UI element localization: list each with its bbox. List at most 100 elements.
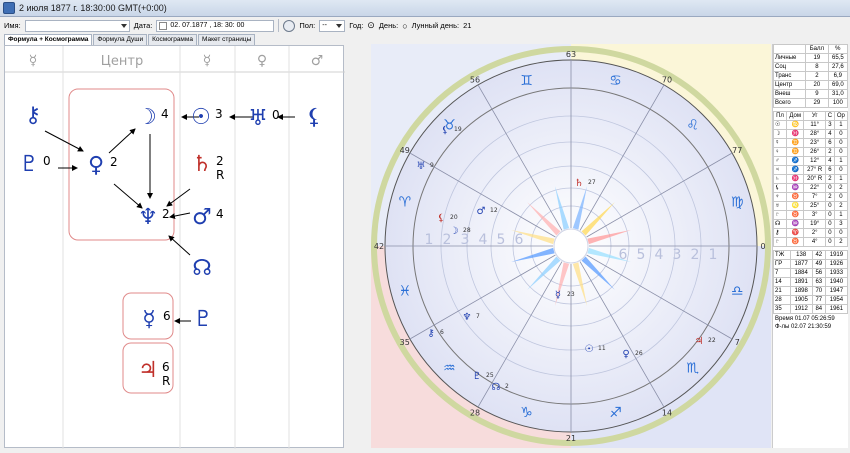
aquarius-icon: ♒	[443, 361, 456, 377]
date-field[interactable]: 02. 07.1877 , 18: 30: 00	[156, 19, 275, 32]
chart-planet-icon[interactable]: ♅	[417, 161, 426, 172]
chart-planet-icon[interactable]: ♀	[622, 349, 629, 360]
planet-row-cell: ♊	[785, 147, 805, 157]
planet-row-cell: 0	[833, 165, 849, 175]
chart-planet-icon[interactable]: ☉	[585, 344, 594, 355]
sex-dropdown[interactable]: --	[319, 19, 346, 32]
planet-row-cell: ♊	[785, 138, 805, 148]
score-row-cell: 29	[805, 98, 829, 108]
chiron-icon[interactable]: ⚷	[25, 103, 41, 128]
formula-diagram: ☿ Центр ☿ ♀ ♂ ⚷♇0♀2☽4☉3♅0⚸♄2R♆	[5, 46, 345, 449]
score-row: Транс 2 6,9	[772, 71, 849, 81]
venus-icon[interactable]: ♀	[88, 153, 104, 178]
mercury-icon[interactable]: ☿	[142, 307, 156, 332]
chart-planet-icon[interactable]: ♂	[477, 206, 486, 217]
node-icon[interactable]: ☊	[192, 256, 212, 281]
years-row-cell: 1919	[824, 250, 849, 260]
chart-planet-icon[interactable]: ⚷	[427, 328, 434, 339]
score-row: Личные 19 65,5	[772, 53, 849, 63]
years-row-cell: 56	[811, 268, 826, 278]
chart-planet-icon[interactable]: ☊	[492, 382, 501, 393]
years-row-cell: 49	[811, 259, 826, 269]
name-dropdown[interactable]	[24, 19, 130, 32]
years-row: 7 1884 56 1933	[773, 268, 849, 278]
lilith-icon[interactable]: ⚸	[306, 105, 322, 130]
planet-row-cell: 0	[833, 147, 849, 157]
tab-bar: Формула + Космограмма Формула Души Космо…	[4, 34, 256, 45]
years-row-cell: 1926	[824, 259, 849, 269]
cosmogram-panel: ♈ ♉ ♊ ♋ ♌ ♍ ♎ ♏ ♐ ♑ ♒ ♓ 63 70 77 0 7 14 21 28 35 42 49 56 6 6 5 5 4 4…	[371, 44, 771, 448]
saturn-retro-mark: R	[216, 168, 224, 182]
venus-score: 2	[110, 155, 118, 169]
header-mercury-icon: ☿	[29, 53, 38, 69]
proserpina-icon[interactable]: ♇	[193, 307, 213, 332]
tab-soul-formula[interactable]: Формула Души	[93, 34, 148, 45]
chart-planet-icon[interactable]: ♃	[695, 336, 704, 347]
score-row-cell: 69,0	[827, 80, 849, 90]
planet-row-cell: 4	[825, 156, 835, 166]
planet-row-cell: 22°	[803, 183, 827, 193]
years-row-cell: 1905	[789, 295, 813, 305]
mars-icon[interactable]: ♂	[192, 205, 212, 230]
tab-formula-cosmogram[interactable]: Формула + Космограмма	[4, 34, 93, 45]
jupiter-score: 6	[162, 360, 170, 374]
planet-row-cell: 27° R	[803, 165, 827, 175]
chart-planet-icon[interactable]: ⚸	[441, 125, 448, 136]
planet-row: ♆ ♉ 7° 2 0	[773, 192, 849, 202]
scale-number-right: 4	[655, 247, 664, 263]
lunar-day-label: Лунный день:	[411, 21, 460, 30]
cosmogram-chart: ♈♉♊ ♋♌♍♎♏♐♑♒♓6370770714212835424956665544…	[371, 44, 771, 448]
planet-row-cell: ☉	[773, 120, 787, 130]
time-value: 01.07 05:26:59	[794, 316, 835, 322]
scale-number-left: 4	[479, 232, 488, 248]
chart-planet-icon[interactable]: ♄	[575, 178, 584, 189]
score-row-cell: Внеш	[772, 89, 807, 99]
pluto-icon[interactable]: ♇	[19, 152, 39, 177]
score-row-cell: 2	[805, 71, 829, 81]
planet-row-cell: 0	[825, 183, 835, 193]
chart-planet-degree: 23	[567, 291, 575, 298]
years-row-cell: ТЖ	[773, 250, 791, 260]
years-row-cell: 21	[773, 286, 791, 296]
planet-row-cell: 0	[825, 201, 835, 211]
scale-number-right: 3	[673, 247, 682, 263]
chart-planet-icon[interactable]: ☿	[555, 290, 561, 301]
years-row-cell: 35	[773, 304, 791, 314]
globe-button[interactable]	[283, 19, 296, 32]
score-row-cell: 31,0	[827, 89, 849, 99]
neptune-icon[interactable]: ♆	[138, 205, 158, 230]
planet-row-cell: ☿	[773, 138, 787, 148]
sun-icon[interactable]: ☉	[191, 105, 211, 130]
libra-icon: ♎	[731, 284, 744, 300]
score-row-cell: Транс	[772, 71, 807, 81]
year-icon[interactable]: ⊙	[367, 20, 375, 31]
planet-row: ☊ ♒ 19° 0 3	[773, 219, 849, 229]
uranus-icon[interactable]: ♅	[248, 106, 268, 131]
tab-cosmogram[interactable]: Космограмма	[148, 34, 197, 45]
moon-icon[interactable]: ☽	[137, 105, 157, 130]
chart-planet-degree: 11	[598, 345, 606, 352]
calendar-icon[interactable]	[159, 21, 168, 30]
saturn-icon[interactable]: ♄	[192, 152, 212, 177]
score-row-cell: 100	[827, 98, 849, 108]
planet-row: ♀ ♊ 26° 2 0	[773, 147, 849, 157]
age-ring-number: 77	[732, 146, 742, 155]
tab-page-layout[interactable]: Макет страницы	[197, 34, 256, 45]
scale-number-left: 6	[515, 232, 524, 248]
planet-row-cell: 2	[825, 147, 835, 157]
score-row-cell: 9	[805, 89, 829, 99]
planet-row-cell: ♋	[785, 120, 805, 130]
years-row-cell: 7	[773, 268, 791, 278]
planet-row-cell: ♀	[773, 147, 787, 157]
chart-planet-icon[interactable]: ⚸	[437, 213, 444, 224]
sun-score: 3	[215, 107, 223, 121]
day-icon[interactable]: ○	[402, 21, 407, 31]
moon-score: 4	[161, 107, 169, 121]
jupiter-icon[interactable]: ♃	[138, 358, 158, 383]
chart-planet-icon[interactable]: ♆	[463, 312, 472, 323]
chart-planet-icon[interactable]: ♇	[473, 371, 482, 382]
chart-planet-degree: 19	[454, 126, 462, 133]
scale-number-right: 5	[637, 247, 646, 263]
chart-planet-icon[interactable]: ☽	[450, 226, 459, 237]
planet-row-cell: 0	[825, 219, 835, 229]
